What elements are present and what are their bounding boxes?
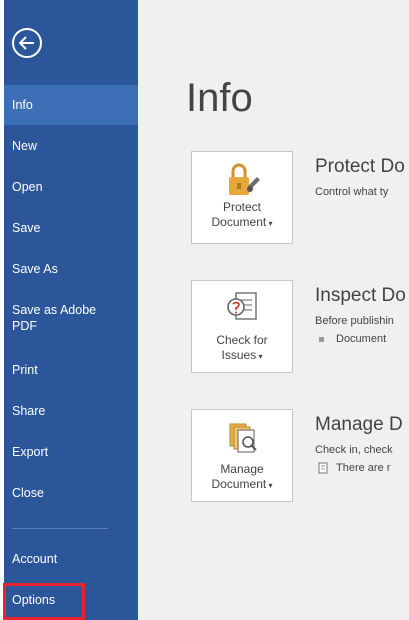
dropdown-caret-icon: ▾	[266, 481, 273, 490]
inspect-bullet: Document	[315, 333, 386, 345]
sidebar-item-label: Save As	[12, 262, 58, 276]
manage-document-label-2: Document	[211, 477, 267, 491]
sidebar-item-label: Close	[12, 486, 44, 500]
sidebar-item-save-as[interactable]: Save As	[4, 249, 138, 289]
sidebar-item-export[interactable]: Export	[4, 432, 138, 472]
sidebar-item-label: Export	[12, 445, 49, 459]
sidebar-item-info[interactable]: Info	[4, 85, 138, 125]
options-highlight-box	[3, 583, 85, 620]
check-for-issues-label-2: Issues	[221, 348, 257, 362]
info-panel: Info Protect Document ▾ Protect Do Contr…	[138, 0, 409, 620]
protect-document-button[interactable]: Protect Document ▾	[191, 151, 293, 244]
document-small-icon	[318, 462, 328, 474]
sidebar-divider	[12, 528, 108, 529]
protect-document-label-1: Protect	[222, 200, 261, 214]
sidebar-item-label: Share	[12, 404, 46, 418]
sidebar-item-save[interactable]: Save	[4, 208, 138, 248]
sidebar-item-save-as-pdf[interactable]: Save as Adobe PDF	[4, 300, 114, 336]
sidebar-item-label: Save	[12, 221, 41, 235]
backstage-sidebar: Info New Open Save Save As Save as Adobe…	[4, 0, 138, 620]
check-for-issues-button[interactable]: Check for Issues ▾	[191, 280, 293, 373]
manage-bullet: There are r	[315, 462, 390, 474]
back-arrow-icon	[19, 36, 34, 50]
protect-section-title: Protect Do	[315, 156, 405, 177]
manage-document-icon	[229, 423, 257, 453]
manage-document-label-2-row: Document ▾	[212, 477, 273, 493]
dropdown-caret-icon: ▾	[266, 219, 273, 228]
sidebar-item-close[interactable]: Close	[4, 473, 138, 513]
sidebar-item-print[interactable]: Print	[4, 350, 138, 390]
manage-document-label-1: Manage	[220, 462, 264, 476]
manage-bullet-text: There are r	[336, 462, 391, 474]
protect-section-desc: Control what ty	[315, 186, 389, 198]
sidebar-item-account[interactable]: Account	[4, 539, 138, 579]
sidebar-item-label: Print	[12, 363, 38, 377]
manage-section-title: Manage D	[315, 414, 403, 435]
inspect-icon	[227, 292, 257, 320]
back-button[interactable]	[12, 28, 42, 58]
inspect-section-title: Inspect Do	[315, 285, 406, 306]
bullet-square-icon	[319, 336, 324, 342]
sidebar-item-label: Open	[12, 180, 43, 194]
sidebar-item-label: New	[12, 139, 38, 153]
sidebar-item-label: Info	[12, 98, 33, 112]
page-title: Info	[186, 76, 253, 120]
dropdown-caret-icon: ▾	[256, 352, 263, 361]
inspect-bullet-text: Document	[336, 333, 387, 345]
protect-document-label-2-row: Document ▾	[212, 215, 273, 231]
check-for-issues-label-2-row: Issues ▾	[222, 348, 263, 364]
sidebar-item-label: Save as Adobe PDF	[12, 303, 97, 333]
sidebar-item-open[interactable]: Open	[4, 167, 138, 207]
lock-icon	[229, 163, 260, 195]
manage-section-desc: Check in, check	[315, 444, 393, 456]
sidebar-item-share[interactable]: Share	[4, 391, 138, 431]
sidebar-item-label: Account	[12, 552, 58, 566]
manage-document-button[interactable]: Manage Document ▾	[191, 409, 293, 502]
inspect-section-desc: Before publishin	[315, 315, 394, 327]
check-for-issues-label-1: Check for	[216, 333, 268, 347]
sidebar-item-new[interactable]: New	[4, 126, 138, 166]
protect-document-label-2: Document	[211, 215, 267, 229]
